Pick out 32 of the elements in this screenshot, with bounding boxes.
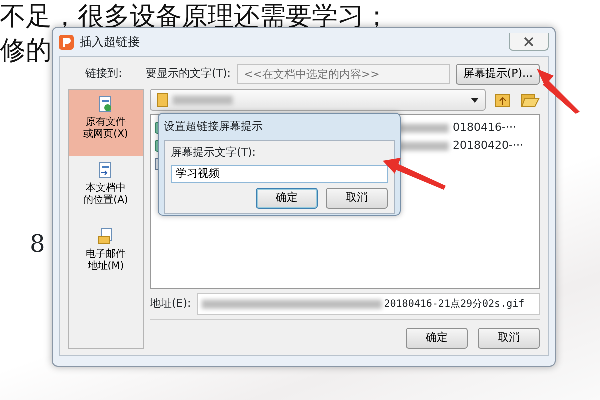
app-logo-icon bbox=[59, 34, 74, 50]
document-text: 8 bbox=[30, 229, 46, 260]
blurred-text bbox=[173, 96, 233, 104]
file-name[interactable]: 20180420-··· bbox=[453, 138, 535, 154]
annotation-arrow bbox=[537, 69, 580, 114]
link-to-label: 链接到: bbox=[84, 66, 124, 82]
address-label: 地址(E): bbox=[150, 296, 192, 312]
display-text-label: 要显示的文字(T): bbox=[146, 66, 232, 82]
screen-tip-field[interactable]: 学习视频 bbox=[171, 164, 388, 182]
file-name[interactable]: 0180416-··· bbox=[453, 120, 535, 136]
link-target-item[interactable]: 原有文件或网页(X) bbox=[69, 90, 143, 156]
document-icon bbox=[98, 228, 114, 246]
close-button[interactable] bbox=[509, 33, 549, 51]
address-field[interactable]: 20180416-21点29分02s.gif bbox=[197, 293, 540, 315]
ok-button[interactable]: 确定 bbox=[406, 328, 468, 349]
folder-icon bbox=[157, 92, 169, 108]
document-text: 修的 bbox=[0, 35, 52, 68]
close-icon bbox=[524, 36, 534, 46]
link-target-item[interactable]: 电子邮件地址(M) bbox=[69, 222, 143, 288]
dropdown-caret-icon bbox=[471, 98, 479, 102]
cancel-button[interactable]: 取消 bbox=[326, 188, 388, 208]
document-icon bbox=[98, 96, 114, 114]
cancel-button[interactable]: 取消 bbox=[478, 328, 540, 349]
document-icon bbox=[98, 162, 114, 180]
dialog-title: 插入超链接 bbox=[80, 34, 140, 51]
link-target-item[interactable]: 本文档中的位置(A) bbox=[69, 156, 143, 222]
address-text: 20180416-21点29分02s.gif bbox=[384, 298, 525, 312]
screen-tip-button[interactable]: 屏幕提示(P)... bbox=[456, 64, 540, 84]
screen-tip-label: 屏幕提示文字(T): bbox=[171, 145, 258, 161]
annotation-arrow bbox=[383, 158, 446, 190]
dialog-title: 设置超链接屏幕提示 bbox=[164, 118, 263, 135]
ok-button[interactable]: 确定 bbox=[256, 188, 318, 208]
